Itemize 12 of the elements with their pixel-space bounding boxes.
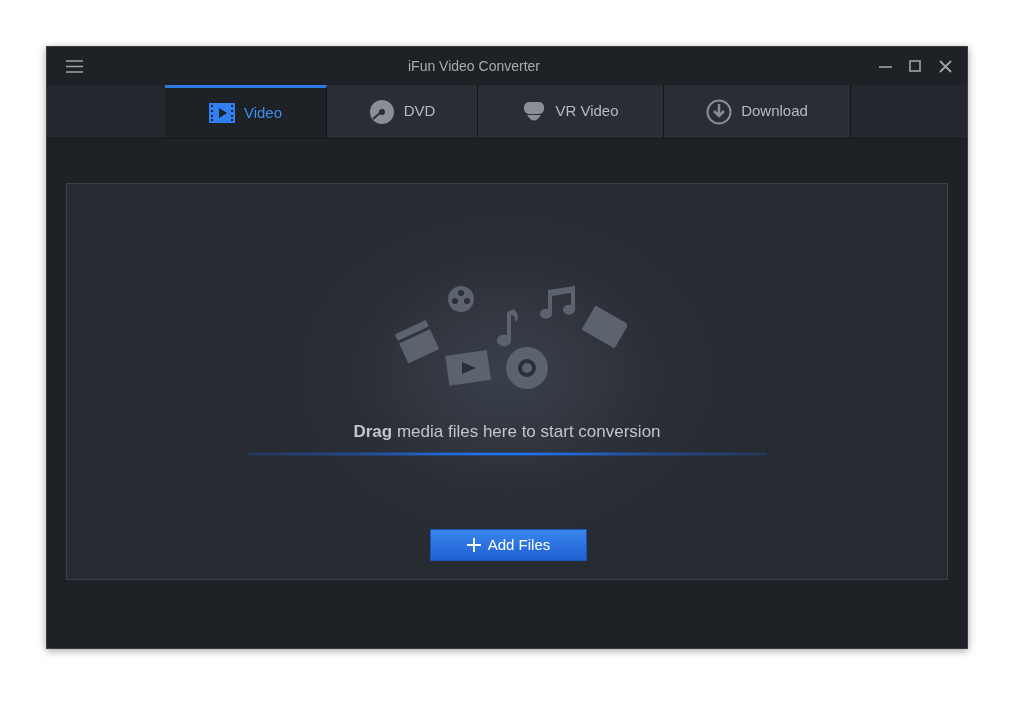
add-files-button[interactable]: Add Files — [430, 529, 587, 561]
drop-instruction: Drag media files here to start conversion — [353, 422, 661, 441]
film-icon — [208, 103, 235, 123]
disc-icon — [368, 98, 395, 125]
tab[interactable]: DVD — [327, 85, 478, 138]
plus-icon — [466, 538, 481, 552]
tab[interactable]: Video — [165, 85, 327, 138]
drop-zone[interactable]: Drag media files here to start conversion Add Files — [66, 183, 948, 580]
tab[interactable]: Download — [664, 85, 851, 138]
download-icon — [706, 98, 733, 125]
tab[interactable]: VR Video — [478, 85, 664, 138]
window-title: iFun Video Converter — [406, 56, 541, 76]
